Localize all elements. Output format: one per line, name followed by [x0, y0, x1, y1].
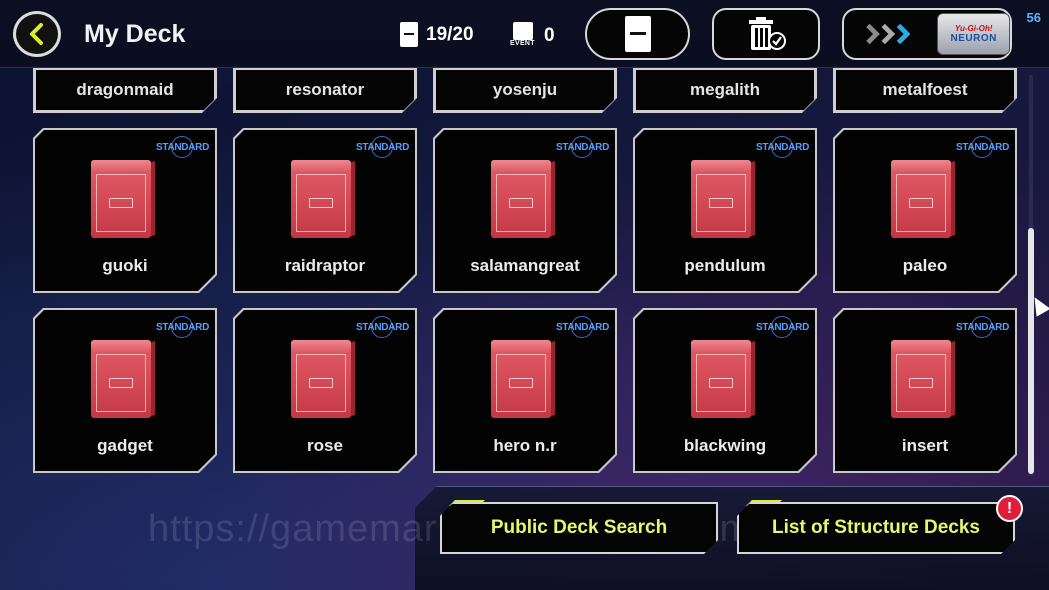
deck-tile[interactable]: yosenju	[434, 70, 616, 112]
deck-name: insert	[901, 436, 949, 455]
event-count-stat: EVENT 0	[510, 22, 555, 50]
create-deck-button[interactable]	[585, 8, 690, 60]
standard-badge: STANDARD	[756, 322, 809, 333]
header-bar: My Deck 19/20 EVENT 0 Yu-Gi-Oh! NEURON 5…	[0, 0, 1049, 68]
neuron-link-button[interactable]: Yu-Gi-Oh! NEURON	[842, 8, 1012, 60]
alert-badge: !	[996, 495, 1023, 522]
deck-tile[interactable]: STANDARD raidraptor	[233, 128, 417, 293]
deck-tile[interactable]: STANDARD pendulum	[633, 128, 817, 293]
deck-box-icon	[291, 160, 355, 238]
standard-badge: STANDARD	[156, 322, 209, 333]
fps-counter: 56	[1026, 10, 1041, 25]
deck-tile[interactable]: STANDARD salamangreat	[433, 128, 617, 293]
deck-count-value: 19/20	[426, 23, 474, 45]
deck-box-icon	[891, 160, 955, 238]
deck-name: hero n.r	[493, 436, 557, 455]
standard-badge: STANDARD	[356, 142, 409, 153]
deck-tile[interactable]: STANDARD insert	[833, 308, 1017, 473]
deck-name: rose	[307, 436, 343, 455]
triple-chevron-right-icon	[866, 23, 911, 45]
back-button[interactable]	[13, 11, 61, 57]
deck-box-icon	[491, 340, 555, 418]
deck-name: salamangreat	[470, 256, 580, 275]
public-deck-search-button[interactable]: Public Deck Search	[440, 502, 718, 554]
event-icon-label: EVENT	[510, 40, 535, 47]
delete-decks-button[interactable]	[712, 8, 820, 60]
deck-box-icon	[691, 160, 755, 238]
deck-tile[interactable]: STANDARD gadget	[33, 308, 217, 473]
deck-count-stat: 19/20	[400, 22, 474, 47]
deck-box-icon	[91, 160, 155, 238]
deck-box-icon	[691, 340, 755, 418]
neuron-logo-text: NEURON	[950, 33, 997, 44]
deck-tile[interactable]: STANDARD paleo	[833, 128, 1017, 293]
deck-name: guoki	[102, 256, 148, 275]
event-count-value: 0	[544, 25, 555, 46]
standard-badge: STANDARD	[956, 322, 1009, 333]
standard-badge: STANDARD	[356, 322, 409, 333]
neuron-logo-top: Yu-Gi-Oh!	[954, 24, 993, 33]
deck-name: gadget	[97, 436, 153, 455]
deck-name: raidraptor	[284, 256, 366, 275]
scrollbar-thumb[interactable]	[1028, 228, 1034, 474]
deck-tile[interactable]: resonator	[234, 70, 416, 112]
deck-name: pendulum	[684, 256, 766, 275]
page-title: My Deck	[84, 20, 186, 48]
deck-box-icon	[491, 160, 555, 238]
deck-card-icon	[400, 22, 418, 47]
event-card-icon: EVENT	[510, 22, 536, 50]
deck-box-icon	[891, 340, 955, 418]
deck-box-icon	[291, 340, 355, 418]
deck-tile[interactable]: STANDARD hero n.r	[433, 308, 617, 473]
standard-badge: STANDARD	[956, 142, 1009, 153]
standard-badge: STANDARD	[556, 322, 609, 333]
neuron-logo: Yu-Gi-Oh! NEURON	[937, 13, 1010, 55]
deck-tile[interactable]: STANDARD guoki	[33, 128, 217, 293]
deck-tile[interactable]: metalfoest	[834, 70, 1016, 112]
chevron-left-icon	[30, 23, 43, 45]
deck-tile[interactable]: dragonmaid	[34, 70, 216, 112]
structure-decks-button[interactable]: List of Structure Decks	[737, 502, 1015, 554]
deck-tile[interactable]: STANDARD blackwing	[633, 308, 817, 473]
standard-badge: STANDARD	[756, 142, 809, 153]
deck-box-icon	[91, 340, 155, 418]
trash-check-icon	[749, 17, 786, 50]
standard-badge: STANDARD	[556, 142, 609, 153]
new-deck-card-icon	[624, 16, 651, 52]
deck-name: blackwing	[683, 436, 767, 455]
standard-badge: STANDARD	[156, 142, 209, 153]
deck-tile[interactable]: megalith	[634, 70, 816, 112]
deck-name: paleo	[902, 256, 948, 275]
deck-tile[interactable]: STANDARD rose	[233, 308, 417, 473]
